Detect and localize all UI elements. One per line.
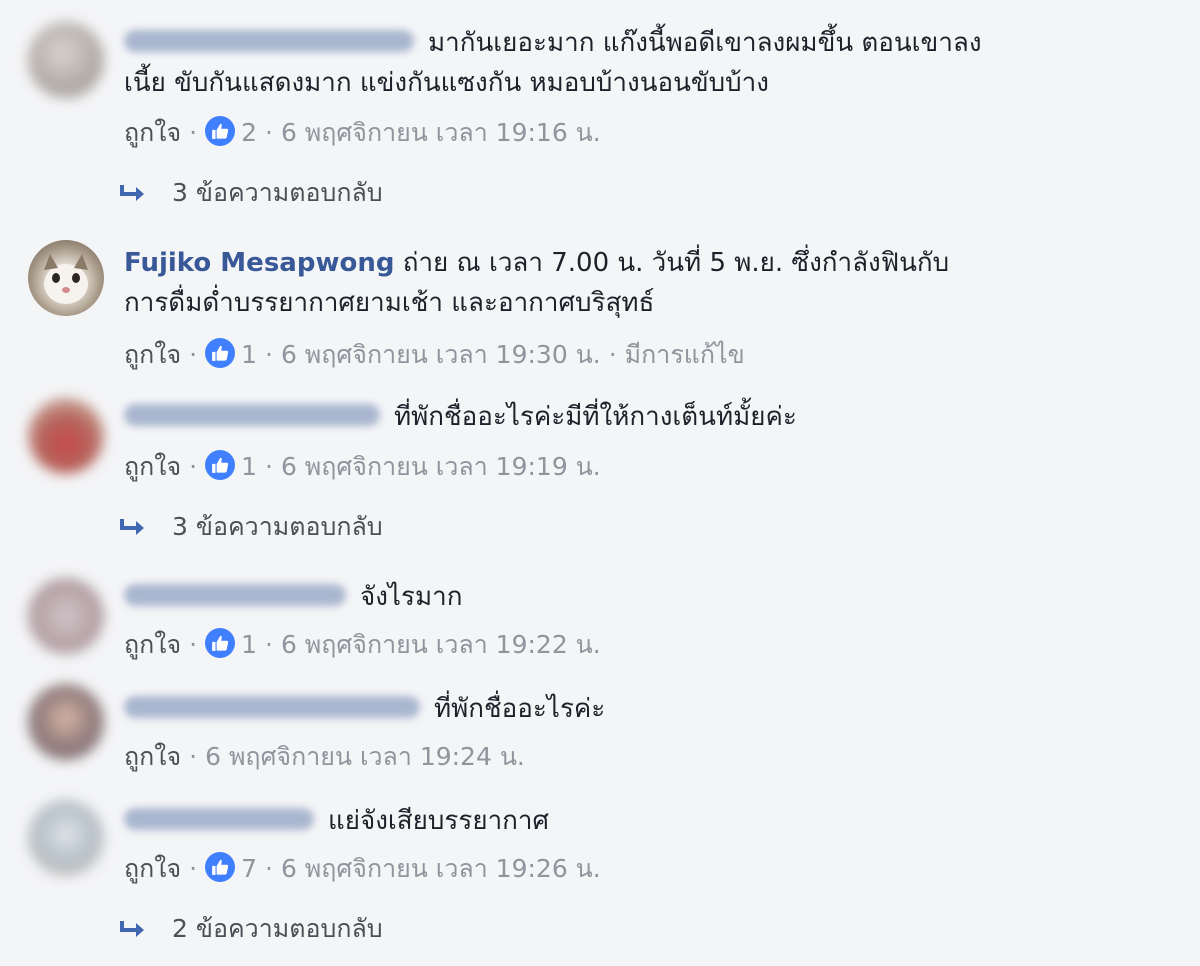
like-link[interactable]: ถูกใจ — [124, 118, 181, 147]
comment-text-line: แย่จังเสียบรรยากาศ — [124, 804, 549, 838]
comment-meta: ถูกใจ · 6 พฤศจิกายน เวลา 19:24 น. — [124, 742, 525, 771]
comment-meta: ถูกใจ · 1 · 6 พฤศจิกายน เวลา 19:30 น. · มีการแ… — [124, 338, 745, 369]
timestamp[interactable]: 6 พฤศจิกายน เวลา 19:26 น. — [281, 854, 601, 883]
replies-link[interactable]: 3 ข้อความตอบกลับ — [118, 510, 383, 544]
timestamp[interactable]: 6 พฤศจิกายน เวลา 19:24 น. — [205, 742, 525, 771]
avatar[interactable] — [28, 398, 104, 474]
edited-label[interactable]: มีการแก้ไข — [625, 340, 745, 369]
thumbs-up-icon — [205, 116, 236, 146]
like-count[interactable]: 1 — [241, 630, 257, 659]
timestamp[interactable]: 6 พฤศจิกายน เวลา 19:30 น. — [281, 340, 601, 369]
cat-photo — [44, 254, 88, 304]
replies-label[interactable]: 2 ข้อความตอบกลับ — [172, 914, 383, 943]
like-link[interactable]: ถูกใจ — [124, 854, 181, 883]
author-name[interactable] — [124, 807, 314, 830]
author-name[interactable] — [124, 403, 380, 426]
like-link[interactable]: ถูกใจ — [124, 452, 181, 481]
thumbs-up-icon — [205, 852, 236, 882]
avatar[interactable] — [28, 684, 104, 760]
author-name[interactable] — [124, 29, 414, 52]
comment-text-line: จังไรมาก — [124, 580, 462, 614]
comment-meta: ถูกใจ · 7 · 6 พฤศจิกายน เวลา 19:26 น. — [124, 852, 601, 883]
like-link[interactable]: ถูกใจ — [124, 630, 181, 659]
replies-label[interactable]: 3 ข้อความตอบกลับ — [172, 512, 383, 541]
reply-arrow-icon — [118, 510, 148, 544]
like-count[interactable]: 2 — [241, 118, 257, 147]
avatar[interactable] — [28, 22, 104, 98]
timestamp[interactable]: 6 พฤศจิกายน เวลา 19:19 น. — [281, 452, 601, 481]
comment-meta: ถูกใจ · 1 · 6 พฤศจิกายน เวลา 19:22 น. — [124, 628, 601, 659]
avatar[interactable] — [28, 800, 104, 876]
like-count[interactable]: 1 — [241, 452, 257, 481]
comment-text-line: การดื่มด่ำบรรยากาศยามเช้า และอากาศบริสุท… — [124, 288, 655, 318]
comment-text-line: เนี้ย ขับกันแสดงมาก แข่งกันแซงกัน หมอบบ้… — [124, 68, 769, 98]
thumbs-up-icon — [205, 338, 236, 368]
replies-link[interactable]: 3 ข้อความตอบกลับ — [118, 176, 383, 210]
reply-arrow-icon — [118, 912, 148, 946]
comment-text-line: มากันเยอะมาก แก๊งนี้พอดีเขาลงผมขึ้น ตอนเ… — [124, 26, 982, 60]
comment-text-line: ที่พักชื่ออะไรค่ะ — [124, 692, 605, 726]
replies-link[interactable]: 2 ข้อความตอบกลับ — [118, 912, 383, 946]
avatar[interactable] — [28, 240, 104, 316]
replies-label[interactable]: 3 ข้อความตอบกลับ — [172, 178, 383, 207]
reply-arrow-icon — [118, 176, 148, 210]
comment-text-line: ที่พักชื่ออะไรค่ะมีที่ให้กางเต็นท์มั้ยค่… — [124, 400, 797, 434]
comment-text-line: Fujiko Mesapwong ถ่าย ณ เวลา 7.00 น. วัน… — [124, 248, 950, 278]
timestamp[interactable]: 6 พฤศจิกายน เวลา 19:16 น. — [281, 118, 601, 147]
like-count[interactable]: 7 — [241, 854, 257, 883]
comment-meta: ถูกใจ · 2 · 6 พฤศจิกายน เวลา 19:16 น. — [124, 116, 601, 147]
comment-meta: ถูกใจ · 1 · 6 พฤศจิกายน เวลา 19:19 น. — [124, 450, 601, 481]
timestamp[interactable]: 6 พฤศจิกายน เวลา 19:22 น. — [281, 630, 601, 659]
avatar[interactable] — [28, 578, 104, 654]
thumbs-up-icon — [205, 628, 236, 658]
author-name[interactable] — [124, 695, 420, 718]
like-count[interactable]: 1 — [241, 340, 257, 369]
like-link[interactable]: ถูกใจ — [124, 340, 181, 369]
author-name[interactable]: Fujiko Mesapwong — [124, 248, 394, 278]
author-name[interactable] — [124, 583, 346, 606]
like-link[interactable]: ถูกใจ — [124, 742, 181, 771]
thumbs-up-icon — [205, 450, 236, 480]
